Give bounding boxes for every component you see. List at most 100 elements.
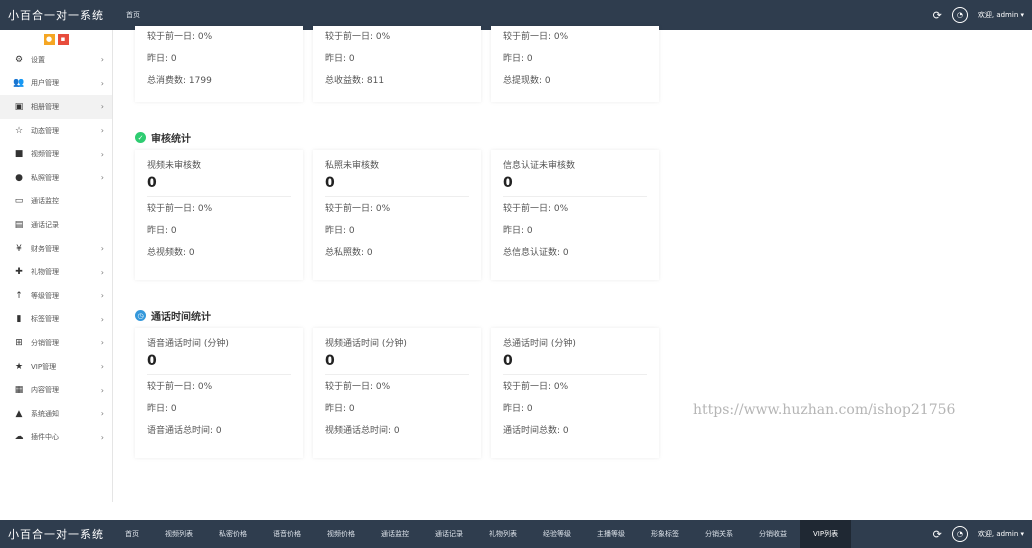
chevron-right-icon: › [100,267,104,277]
chevron-right-icon: › [100,78,104,88]
sidebar-item-16[interactable]: ☁ 插件中心 › [0,426,112,450]
bottom-nav-tabs: 首页 视频列表 私密价格 语音价格 视频价格 通话监控 通话记录 礼物列表 经验等级 主播等级 形象… [112,520,933,548]
stat-card: 较于前一日: 0% 昨日: 0 总提现数: 0 [491,26,659,102]
sidebar-menu: ⚙ 设置 › 👥 用户管理 › ▣ 相册管理 › ☆ 动态管理 › ■ 视频管理 › ● 私照管理 › ▭ 通话监控 ▤… [0,48,112,449]
app-title[interactable]: 小百合一对一系统 [0,7,112,23]
sidebar-item-11[interactable]: ▮ 标签管理 › [0,308,112,332]
stat-compare: 较于前一日: 0% [503,374,647,392]
stat-yesterday: 昨日: 0 [503,404,533,414]
stat-compare: 较于前一日: 0% [325,374,469,392]
stat-value: 0 [147,175,157,191]
section-title-text: 审核统计 [151,134,191,145]
stat-yesterday: 昨日: 0 [503,54,533,64]
sidebar-item-7[interactable]: ▤ 通话记录 [0,213,112,237]
sidebar-item-6[interactable]: ▭ 通话监控 [0,190,112,214]
stat-total: 总收益数: 811 [325,76,385,86]
bottom-tab-5[interactable]: 通话监控 [368,520,422,548]
clock-icon: ◷ [135,310,146,321]
stat-yesterday: 昨日: 0 [503,226,533,236]
chevron-right-icon: › [100,126,104,136]
bell-icon: ▲ [15,408,23,419]
sidebar-item-12[interactable]: ⊞ 分销管理 › [0,331,112,355]
bottom-tab-11[interactable]: 分销关系 [692,520,746,548]
bottom-tab-12[interactable]: 分销收益 [746,520,800,548]
section-title: ✓ 审核统计 [135,130,191,145]
bottom-tab-10[interactable]: 形象标签 [638,520,692,548]
sidebar-item-label: 用户管理 [31,79,59,88]
stat-card: 语音通话时间 (分钟) 0 较于前一日: 0% 昨日: 0 语音通话总时间: 0 [135,328,303,458]
sidebar-item-14[interactable]: ▦ 内容管理 › [0,378,112,402]
stat-compare: 较于前一日: 0% [503,32,569,42]
bottom-tab-1[interactable]: 视频列表 [152,520,206,548]
sidebar-item-3[interactable]: ☆ 动态管理 › [0,119,112,143]
sidebar-item-13[interactable]: ★ VIP管理 › [0,355,112,379]
refresh-icon[interactable]: ⟳ [933,528,942,541]
image-icon: ▣ [14,101,24,112]
sidebar-item-label: 插件中心 [31,433,59,442]
grid-icon: ▦ [14,385,24,396]
sidebar-item-label: 设置 [31,55,45,64]
stat-card: 总通话时间 (分钟) 0 较于前一日: 0% 昨日: 0 通话时间总数: 0 [491,328,659,458]
sidebar: ● ▪ ⚙ 设置 › 👥 用户管理 › ▣ 相册管理 › ☆ 动态管理 › ■ 视频管理 › ● 私照管理 › ▭ 通… [0,30,113,502]
bottom-tab-13[interactable]: VIP列表 [800,520,852,548]
star-icon: ★ [14,361,24,372]
stat-value: 0 [325,175,335,191]
bottom-tab-0[interactable]: 首页 [112,520,152,548]
sidebar-item-8[interactable]: ¥ 财务管理 › [0,237,112,261]
sidebar-item-0[interactable]: ⚙ 设置 › [0,48,112,72]
sidebar-item-label: 内容管理 [31,386,59,395]
stat-value: 0 [325,353,335,369]
bottom-tab-9[interactable]: 主播等级 [584,520,638,548]
stat-label: 总通话时间 (分钟) [503,339,576,349]
stat-label: 语音通话时间 (分钟) [147,339,229,349]
stat-compare: 较于前一日: 0% [147,374,291,392]
stat-total: 总视频数: 0 [147,248,195,258]
bottom-tab-2[interactable]: 私密价格 [206,520,260,548]
section-title: ◷ 通话时间统计 [135,308,211,323]
stat-card: 较于前一日: 0% 昨日: 0 总收益数: 811 [313,26,481,102]
avatar[interactable]: ◔ [951,7,968,23]
monitor-icon: ▭ [14,196,24,207]
user-menu[interactable]: 欢迎, admin ▾ [978,10,1024,20]
chevron-right-icon: › [100,291,104,301]
stat-label: 视频通话时间 (分钟) [325,339,407,349]
circle-play-icon: ● [15,172,23,183]
trash-icon[interactable]: ▪ [57,33,69,45]
refresh-icon[interactable]: ⟳ [933,9,942,22]
bottom-tab-8[interactable]: 经验等级 [530,520,584,548]
sidebar-item-label: 动态管理 [31,126,59,135]
bottom-tab-7[interactable]: 礼物列表 [476,520,530,548]
pin-icon[interactable]: ● [43,33,55,45]
chevron-right-icon: › [100,338,104,348]
user-menu[interactable]: 欢迎, admin ▾ [978,529,1024,539]
bottom-user-area: ⟳ ◔ 欢迎, admin ▾ [933,526,1032,542]
chevron-right-icon: › [100,102,104,112]
stat-compare: 较于前一日: 0% [147,196,291,214]
sidebar-item-label: 通话监控 [31,197,59,206]
sidebar-item-15[interactable]: ▲ 系统通知 › [0,402,112,426]
sidebar-item-label: 相册管理 [31,102,59,111]
chevron-right-icon: › [100,385,104,395]
stat-card: 较于前一日: 0% 昨日: 0 总消费数: 1799 [135,26,303,102]
avatar[interactable]: ◔ [951,526,968,542]
stat-total: 视频通话总时间: 0 [325,426,400,436]
stat-yesterday: 昨日: 0 [325,54,355,64]
stat-yesterday: 昨日: 0 [147,226,177,236]
bottom-tab-4[interactable]: 视频价格 [314,520,368,548]
chevron-right-icon: › [100,314,104,324]
stat-yesterday: 昨日: 0 [325,226,355,236]
sidebar-item-9[interactable]: ✚ 礼物管理 › [0,260,112,284]
bottom-navbar: 小百合一对一系统 首页 视频列表 私密价格 语音价格 视频价格 通话监控 通话记录 礼物列表经… [0,520,1032,548]
bottom-tab-3[interactable]: 语音价格 [260,520,314,548]
star-outline-icon: ☆ [14,125,24,136]
chevron-right-icon: › [100,432,104,442]
sidebar-item-10[interactable]: ↑ 等级管理 › [0,284,112,308]
stat-label: 视频未审核数 [147,161,202,171]
sidebar-item-4[interactable]: ■ 视频管理 › [0,142,112,166]
sidebar-item-2[interactable]: ▣ 相册管理 › [0,95,112,119]
sidebar-item-5[interactable]: ● 私照管理 › [0,166,112,190]
bottom-tab-6[interactable]: 通话记录 [422,520,476,548]
app-title-bottom[interactable]: 小百合一对一系统 [0,526,112,542]
stat-card: 视频未审核数 0 较于前一日: 0% 昨日: 0 总视频数: 0 [135,150,303,280]
sidebar-item-1[interactable]: 👥 用户管理 › [0,72,112,96]
